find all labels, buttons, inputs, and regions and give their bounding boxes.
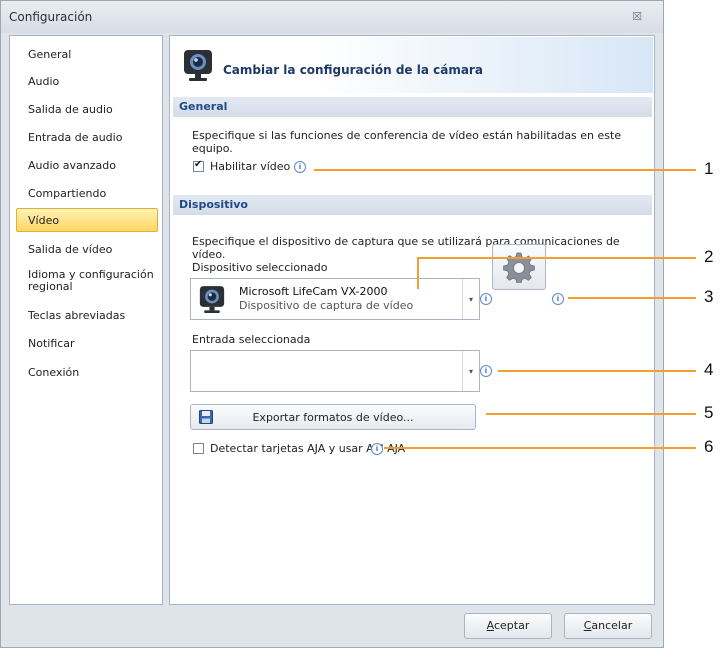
accept-button[interactable]: Aceptar [464,613,552,639]
accept-label: ceptar [493,619,530,632]
cancel-button[interactable]: Cancelar [564,613,652,639]
sidebar-item-label: Entrada de audio [28,131,123,144]
sidebar-item-label: Salida de audio [28,103,113,116]
sidebar-item-audio-input[interactable]: Entrada de audio [16,125,158,149]
callout-line-5 [486,413,696,415]
sidebar-item-advanced-audio[interactable]: Audio avanzado [16,153,158,177]
section-general-header: General [173,97,652,117]
callout-line-1 [314,169,696,171]
callout-line-2-vertical [417,257,419,289]
sidebar-item-label: Audio [28,75,60,88]
callout-number-3: 3 [704,287,714,306]
close-icon[interactable]: ☒ [629,9,645,25]
page-title: Cambiar la configuración de la cámara [223,63,483,77]
input-info-icon[interactable]: i [480,365,492,377]
callout-line-6 [384,447,696,449]
chevron-down-icon[interactable]: ▾ [462,279,479,319]
gear-icon [503,252,535,283]
sidebar-item-video-output[interactable]: Salida de vídeo [16,237,158,261]
input-select[interactable]: ▾ [190,350,480,392]
sidebar-item-video[interactable]: Vídeo [16,208,158,232]
window-title: Configuración [9,10,93,24]
callout-number-2: 2 [704,247,714,266]
sidebar-item-label: Notificar [28,337,75,350]
aja-info-icon[interactable]: i [371,443,383,455]
sidebar-item-connection[interactable]: Conexión [16,360,158,384]
sidebar-item-audio-output[interactable]: Salida de audio [16,97,158,121]
device-name: Microsoft LifeCam VX-2000 [239,285,388,298]
callout-number-4: 4 [704,360,714,379]
callout-number-6: 6 [704,437,714,456]
device-settings-info-icon[interactable]: i [552,293,564,305]
sidebar-item-label: Salida de vídeo [28,243,113,256]
device-info-icon[interactable]: i [480,293,492,305]
selected-device-label: Dispositivo seleccionado [192,261,328,274]
callout-number-1: 1 [704,159,714,178]
sidebar-item-label: Vídeo [28,214,60,227]
export-video-formats-button[interactable]: Exportar formatos de vídeo... [190,404,476,430]
device-settings-button[interactable] [492,244,546,290]
sidebar-nav: General Audio Salida de audio Entrada de… [9,35,163,605]
webcam-icon [199,286,225,313]
enable-video-info-icon[interactable]: i [294,161,306,173]
sidebar-item-label: Audio avanzado [28,159,116,172]
enable-video-label: Habilitar vídeo [210,160,291,173]
cancel-label: ancelar [591,619,633,632]
sidebar-item-general[interactable]: General [16,42,158,66]
settings-panel: Cambiar la configuración de la cámara Ge… [169,35,655,605]
general-description-line2: equipo. [192,142,233,155]
sidebar-item-label: Idioma y configuración regional [28,268,154,293]
general-description: Especifique si las funciones de conferen… [192,129,621,155]
general-description-line1: Especifique si las funciones de conferen… [192,129,622,142]
panel-header: Cambiar la configuración de la cámara [171,37,653,93]
callout-line-2 [417,257,696,259]
sidebar-item-audio[interactable]: Audio [16,69,158,93]
sidebar-item-shortcuts[interactable]: Teclas abreviadas [16,303,158,327]
sidebar-item-label: Teclas abreviadas [28,309,126,322]
selected-input-label: Entrada seleccionada [192,333,311,346]
sidebar-item-label: Compartiendo [28,187,107,200]
sidebar-item-notify[interactable]: Notificar [16,331,158,355]
chevron-down-icon[interactable]: ▾ [462,351,479,391]
callout-number-5: 5 [704,403,714,422]
section-device-header: Dispositivo [173,195,652,215]
device-type: Dispositivo de captura de vídeo [239,299,414,312]
enable-video-checkbox[interactable] [193,159,204,172]
sidebar-item-label: General [28,48,72,61]
sidebar-item-label: Conexión [28,366,80,379]
sidebar-item-sharing[interactable]: Compartiendo [16,181,158,205]
device-select[interactable]: Microsoft LifeCam VX-2000 Dispositivo de… [190,278,480,320]
sidebar-item-language-region[interactable]: Idioma y configuración regional [16,267,158,295]
export-button-label: Exportar formatos de vídeo... [252,411,414,424]
webcam-icon [184,50,212,81]
accept-access-key: A [486,619,494,632]
callout-line-3 [568,297,696,299]
settings-window: Configuración ☒ General Audio Salida de … [0,0,664,648]
title-bar: Configuración ☒ [1,1,663,33]
aja-checkbox[interactable] [193,443,204,454]
callout-line-4 [498,370,696,372]
